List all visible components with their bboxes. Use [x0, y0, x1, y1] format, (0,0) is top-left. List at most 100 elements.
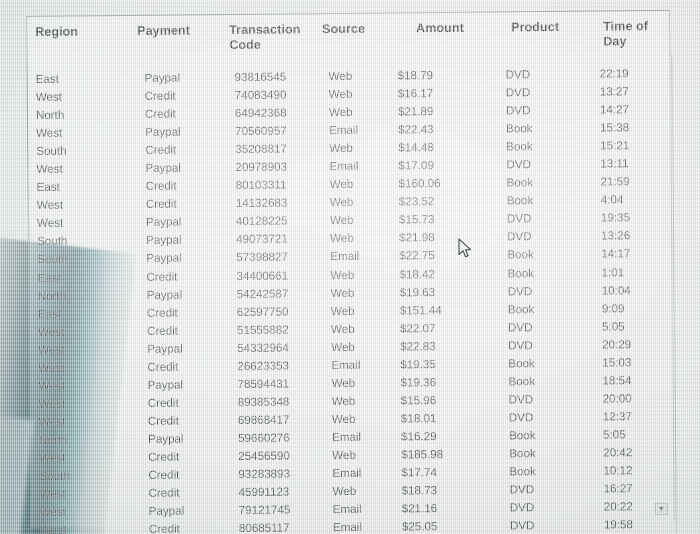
- cell-region: West: [38, 343, 65, 357]
- cell-product: DVD: [509, 501, 535, 515]
- transactions-table-panel: Region Payment Transaction Code Source Amoun…: [26, 9, 678, 534]
- cell-product: Book: [506, 176, 534, 190]
- cell-time: 10:12: [603, 464, 633, 478]
- cell-product: DVD: [506, 212, 532, 226]
- cell-amount: $17.74: [401, 466, 437, 480]
- cell-region: North: [37, 289, 67, 303]
- cell-payment: Credit: [148, 450, 180, 464]
- cell-source: Email: [332, 466, 362, 481]
- cell-payment: Credit: [146, 270, 178, 284]
- cell-tcode: 14132683: [235, 196, 288, 211]
- cell-source: Web: [328, 87, 353, 102]
- cell-payment: Credit: [145, 143, 177, 158]
- column-header-payment[interactable]: Payment: [137, 23, 190, 39]
- cell-source: Web: [329, 142, 353, 156]
- cell-product: DVD: [509, 519, 535, 533]
- cell-tcode: 93816545: [234, 70, 287, 85]
- column-header-tcode[interactable]: Transaction Code: [229, 22, 305, 53]
- cell-source: Email: [331, 430, 362, 445]
- cell-amount: $160.06: [398, 177, 441, 191]
- cell-amount: $19.63: [399, 285, 436, 299]
- cell-time: 14:17: [601, 247, 631, 261]
- cell-product: Book: [508, 429, 536, 443]
- cell-amount: $19.36: [400, 375, 437, 390]
- column-header-region[interactable]: Region: [35, 25, 78, 40]
- column-header-product[interactable]: Product: [511, 20, 559, 35]
- cell-source: Web: [331, 394, 356, 408]
- cell-tcode: 57398827: [236, 250, 288, 265]
- column-header-amount[interactable]: Amount: [416, 21, 464, 36]
- cell-amount: $151.44: [399, 303, 442, 318]
- cell-amount: $18.01: [400, 411, 437, 426]
- cell-amount: $16.29: [400, 430, 437, 444]
- cell-tcode: 89385348: [237, 395, 290, 409]
- cell-tcode: 64942368: [234, 106, 287, 121]
- cell-time: 19:58: [603, 518, 633, 532]
- cell-amount: $16.17: [397, 87, 434, 101]
- cell-time: 13:26: [601, 229, 631, 243]
- chevron-down-icon: ▼: [657, 505, 665, 513]
- cell-tcode: 40128225: [235, 214, 288, 229]
- table-body: East Paypal 93816545 Web $18.79 DVD 22:19 West C…: [28, 65, 674, 534]
- cell-region: East: [35, 72, 59, 86]
- cell-source: Email: [332, 502, 362, 517]
- cell-time: 15:03: [602, 355, 632, 370]
- scroll-down-arrow[interactable]: ▼: [654, 502, 668, 515]
- cell-source: Email: [329, 123, 359, 138]
- cell-product: DVD: [509, 483, 535, 497]
- cell-payment: Credit: [146, 324, 179, 338]
- cell-region: West: [38, 361, 65, 375]
- cell-payment: Paypal: [144, 71, 181, 85]
- cell-source: Email: [331, 358, 361, 372]
- cell-tcode: 54242587: [236, 287, 289, 301]
- cell-region: West: [38, 397, 65, 411]
- cell-region: West: [36, 198, 64, 213]
- cell-tcode: 78594431: [237, 377, 290, 391]
- column-header-source[interactable]: Source: [322, 22, 365, 37]
- cell-region: West: [37, 325, 65, 339]
- cell-region: West: [38, 379, 65, 393]
- cell-tcode: 51555882: [236, 323, 289, 337]
- cell-time: 10:04: [601, 283, 631, 298]
- cell-source: Web: [332, 484, 357, 499]
- cell-amount: $21.16: [401, 502, 438, 516]
- cell-payment: Paypal: [145, 125, 181, 140]
- cell-region: West: [36, 217, 64, 231]
- cell-time: 13:27: [599, 85, 629, 99]
- cell-tcode: 26623353: [237, 359, 290, 373]
- cell-product: DVD: [508, 411, 534, 425]
- cell-product: DVD: [505, 68, 531, 82]
- cell-time: 18:54: [602, 374, 632, 388]
- cell-payment: Credit: [144, 107, 176, 121]
- cell-payment: Paypal: [147, 378, 184, 392]
- cell-time: 9:09: [601, 301, 625, 316]
- cell-source: Email: [330, 250, 360, 264]
- cell-payment: Credit: [148, 522, 180, 534]
- cell-region: East: [37, 271, 61, 285]
- cell-product: DVD: [506, 158, 531, 172]
- cell-payment: Paypal: [145, 215, 182, 230]
- cell-time: 15:21: [600, 139, 630, 153]
- cell-tcode: 49073721: [236, 232, 288, 247]
- cell-amount: $15.96: [400, 393, 437, 408]
- cell-time: 4:04: [600, 193, 624, 207]
- column-header-time[interactable]: Time of Day: [603, 19, 669, 50]
- cell-product: Book: [506, 194, 534, 208]
- cell-tcode: 69868417: [237, 413, 290, 427]
- cell-tcode: 74083490: [234, 88, 287, 103]
- cell-tcode: 62597750: [236, 305, 289, 319]
- cell-source: Email: [332, 520, 362, 534]
- cell-tcode: 70560957: [235, 124, 287, 139]
- cell-tcode: 34400661: [236, 269, 289, 283]
- cell-amount: $17.09: [398, 159, 434, 173]
- cell-amount: $185.98: [401, 448, 444, 462]
- cell-source: Web: [332, 448, 356, 463]
- cell-product: DVD: [508, 392, 534, 407]
- cell-amount: $23.52: [398, 195, 435, 209]
- cell-payment: Paypal: [147, 342, 183, 356]
- cell-product: Book: [507, 248, 534, 262]
- table-header-row: Region Payment Transaction Code Source Amoun…: [27, 11, 669, 61]
- cell-amount: $21.89: [397, 105, 434, 119]
- cell-product: DVD: [507, 230, 532, 244]
- cell-amount: $22.07: [399, 321, 436, 336]
